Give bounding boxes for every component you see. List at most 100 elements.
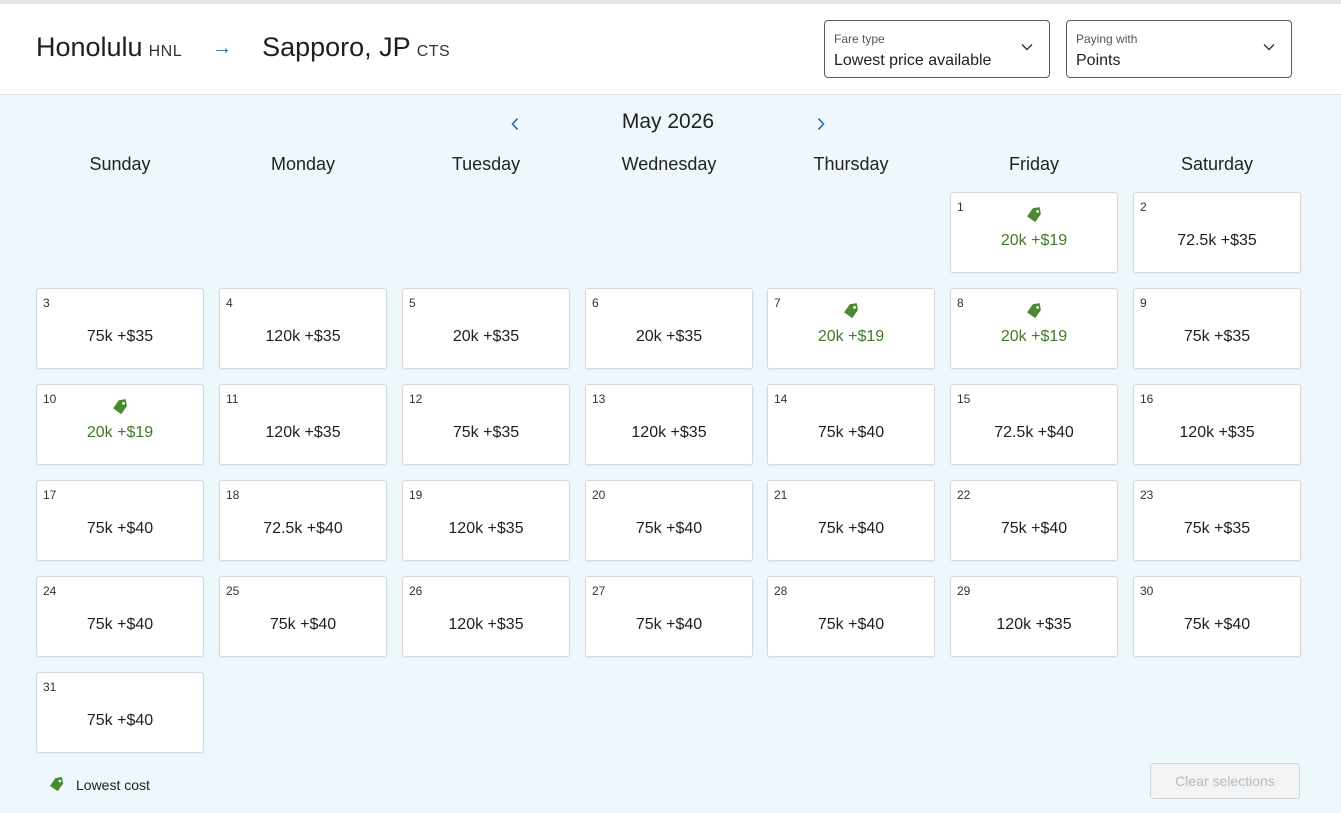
day-price: 75k +$35: [1183, 520, 1251, 537]
weekday-header: Sunday: [89, 154, 151, 174]
route-summary: Honolulu HNL → Sapporo, JP CTS: [36, 32, 450, 63]
calendar-day-cell[interactable]: 25 75k +$40: [219, 576, 387, 657]
destination-code: CTS: [416, 43, 451, 60]
day-number: 24: [43, 584, 57, 598]
day-price: 20k +$19: [1000, 232, 1068, 249]
day-number: 14: [774, 392, 788, 406]
paying-with-select[interactable]: Paying with Points: [1066, 20, 1292, 78]
day-number: 31: [43, 680, 57, 694]
day-price: 120k +$35: [631, 424, 707, 441]
price-tag-icon: [1027, 303, 1041, 319]
previous-month-button[interactable]: [503, 112, 527, 136]
day-price: 75k +$35: [452, 424, 520, 441]
clear-selections-button[interactable]: Clear selections: [1150, 763, 1300, 799]
day-number: 6: [592, 296, 599, 310]
calendar-day-cell[interactable]: 29 120k +$35: [950, 576, 1118, 657]
day-number: 15: [957, 392, 971, 406]
day-number: 3: [43, 296, 50, 310]
chevron-left-icon: [511, 117, 519, 131]
day-price: 120k +$35: [996, 616, 1072, 633]
calendar-day-cell[interactable]: 8 20k +$19: [950, 288, 1118, 369]
day-price: 75k +$40: [86, 520, 154, 537]
calendar-day-cell[interactable]: 3 75k +$35: [36, 288, 204, 369]
calendar-day-cell[interactable]: 12 75k +$35: [402, 384, 570, 465]
calendar-day-cell[interactable]: 15 72.5k +$40: [950, 384, 1118, 465]
calendar-day-cell[interactable]: 30 75k +$40: [1133, 576, 1301, 657]
calendar-day-cell[interactable]: 17 75k +$40: [36, 480, 204, 561]
day-price: 75k +$35: [1183, 328, 1251, 345]
day-number: 30: [1140, 584, 1154, 598]
calendar-day-cell[interactable]: 24 75k +$40: [36, 576, 204, 657]
next-month-button[interactable]: [809, 112, 833, 136]
day-number: 10: [43, 392, 57, 406]
day-number: 8: [957, 296, 964, 310]
day-number: 19: [409, 488, 423, 502]
destination-city: Sapporo, JP: [262, 32, 411, 62]
day-price: 20k +$35: [452, 328, 520, 345]
day-number: 18: [226, 488, 240, 502]
day-number: 17: [43, 488, 57, 502]
calendar-day-cell[interactable]: 23 75k +$35: [1133, 480, 1301, 561]
calendar-day-cell[interactable]: 9 75k +$35: [1133, 288, 1301, 369]
paying-with-label: Paying with: [1076, 32, 1138, 46]
price-tag-icon: [113, 399, 127, 415]
day-number: 25: [226, 584, 240, 598]
fare-type-label: Fare type: [834, 32, 885, 46]
day-number: 1: [957, 200, 964, 214]
arrow-right-icon: →: [212, 37, 233, 59]
paying-with-value: Points: [1076, 52, 1121, 69]
calendar-day-cell[interactable]: 4 120k +$35: [219, 288, 387, 369]
calendar-day-cell[interactable]: 7 20k +$19: [767, 288, 935, 369]
calendar-day-cell[interactable]: 22 75k +$40: [950, 480, 1118, 561]
day-price: 72.5k +$40: [994, 424, 1074, 441]
day-price: 120k +$35: [265, 424, 341, 441]
calendar-day-cell[interactable]: 16 120k +$35: [1133, 384, 1301, 465]
month-navigation: May 2026: [0, 108, 1341, 138]
price-tag-icon: [50, 776, 64, 792]
calendar-day-cell[interactable]: 14 75k +$40: [767, 384, 935, 465]
day-number: 29: [957, 584, 971, 598]
weekday-header: Tuesday: [451, 154, 521, 174]
weekday-header: Wednesday: [621, 154, 717, 174]
calendar-day-cell[interactable]: 20 75k +$40: [585, 480, 753, 561]
day-price: 75k +$40: [817, 616, 885, 633]
day-number: 7: [774, 296, 781, 310]
calendar-day-cell[interactable]: 1 20k +$19: [950, 192, 1118, 273]
day-price: 75k +$40: [86, 616, 154, 633]
chevron-down-icon: [1263, 44, 1275, 51]
day-number: 5: [409, 296, 416, 310]
weekday-header: Saturday: [1180, 154, 1254, 174]
fare-type-select[interactable]: Fare type Lowest price available: [824, 20, 1050, 78]
calendar-day-cell[interactable]: 27 75k +$40: [585, 576, 753, 657]
day-number: 20: [592, 488, 606, 502]
calendar-day-cell[interactable]: 31 75k +$40: [36, 672, 204, 753]
weekday-header: Friday: [1008, 154, 1059, 174]
day-price: 20k +$35: [635, 328, 703, 345]
month-title: May 2026: [621, 110, 715, 133]
chevron-right-icon: [817, 117, 825, 131]
calendar-day-cell[interactable]: 21 75k +$40: [767, 480, 935, 561]
calendar-day-cell[interactable]: 28 75k +$40: [767, 576, 935, 657]
legend: Lowest cost: [48, 775, 150, 794]
calendar-day-cell[interactable]: 13 120k +$35: [585, 384, 753, 465]
calendar-day-cell[interactable]: 10 20k +$19: [36, 384, 204, 465]
day-number: 16: [1140, 392, 1154, 406]
calendar-day-cell[interactable]: 19 120k +$35: [402, 480, 570, 561]
day-price: 75k +$40: [86, 712, 154, 729]
day-price: 75k +$35: [86, 328, 154, 345]
calendar-day-cell[interactable]: 18 72.5k +$40: [219, 480, 387, 561]
origin-city: Honolulu: [36, 32, 143, 62]
day-price: 72.5k +$35: [1177, 232, 1257, 249]
calendar-day-cell[interactable]: 11 120k +$35: [219, 384, 387, 465]
day-price: 72.5k +$40: [263, 520, 343, 537]
day-price: 75k +$40: [635, 520, 703, 537]
calendar-day-cell[interactable]: 26 120k +$35: [402, 576, 570, 657]
calendar-day-cell[interactable]: 2 72.5k +$35: [1133, 192, 1301, 273]
day-number: 2: [1140, 200, 1147, 214]
calendar-day-cell[interactable]: 5 20k +$35: [402, 288, 570, 369]
day-price: 75k +$40: [635, 616, 703, 633]
calendar-day-cell[interactable]: 6 20k +$35: [585, 288, 753, 369]
day-price: 20k +$19: [1000, 328, 1068, 345]
fare-type-value: Lowest price available: [834, 52, 992, 69]
day-price: 75k +$40: [817, 520, 885, 537]
